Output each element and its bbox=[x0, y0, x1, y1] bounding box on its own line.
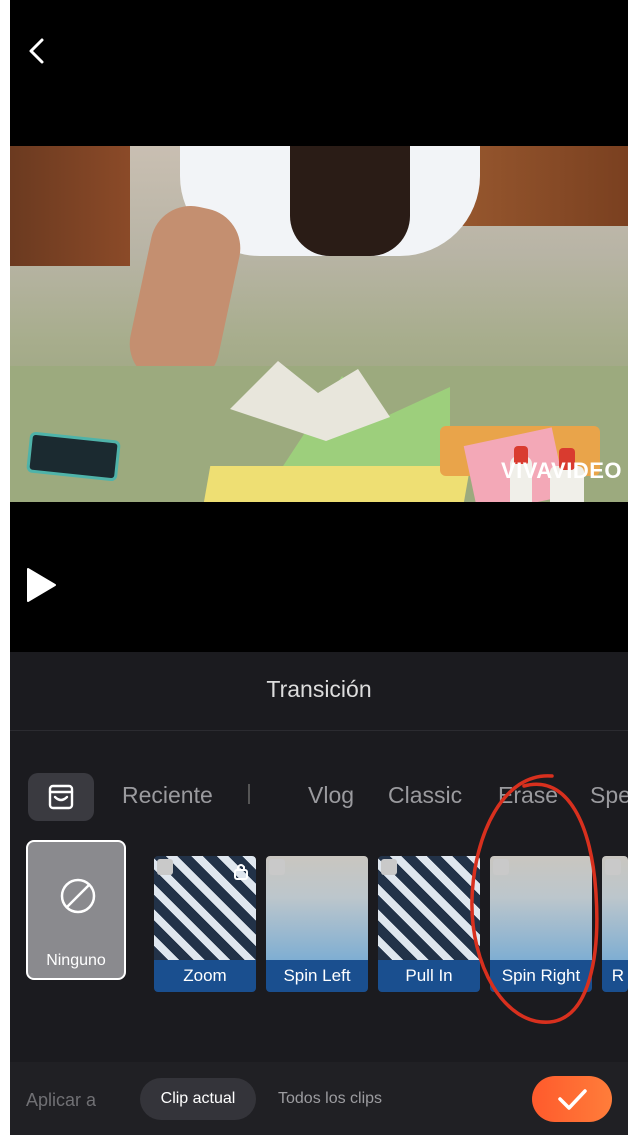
transition-card-pull-in[interactable]: Pull In bbox=[378, 856, 480, 992]
none-label: Ninguno bbox=[46, 952, 106, 969]
store-button[interactable] bbox=[28, 773, 94, 821]
none-transition-card[interactable]: Ninguno bbox=[26, 840, 126, 980]
transition-label: Pull In bbox=[378, 960, 480, 992]
confirm-button[interactable] bbox=[532, 1076, 612, 1122]
transition-label: Spin Left bbox=[266, 960, 368, 992]
transition-card-partial[interactable]: R bbox=[602, 856, 628, 992]
download-badge-icon bbox=[493, 859, 509, 875]
transition-label: Zoom bbox=[154, 960, 256, 992]
all-clips-button[interactable]: Todos los clips bbox=[278, 1090, 382, 1108]
app-screen: VIVAVIDEO Transición Reciente Vlog Class… bbox=[10, 0, 628, 1135]
divider bbox=[10, 730, 628, 731]
prohibited-icon bbox=[60, 878, 96, 914]
play-icon[interactable] bbox=[24, 566, 58, 604]
download-badge-icon bbox=[605, 859, 621, 875]
download-badge-icon bbox=[381, 859, 397, 875]
tab-separator bbox=[248, 784, 250, 804]
store-icon bbox=[48, 784, 74, 810]
panel-title: Transición bbox=[266, 676, 372, 702]
tab-vlog[interactable]: Vlog bbox=[308, 782, 354, 809]
download-badge-icon bbox=[157, 859, 173, 875]
back-arrow-icon[interactable] bbox=[22, 34, 52, 68]
tab-reciente[interactable]: Reciente bbox=[122, 782, 213, 809]
checkmark-icon bbox=[558, 1089, 587, 1110]
transition-card-spin-right[interactable]: Spin Right bbox=[490, 856, 592, 992]
transition-label: Spin Right bbox=[490, 960, 592, 992]
tab-erase[interactable]: Erase bbox=[498, 782, 558, 809]
transition-label: R bbox=[602, 960, 628, 992]
transition-card-spin-left[interactable]: Spin Left bbox=[266, 856, 368, 992]
apply-to-label: Aplicar a bbox=[26, 1090, 97, 1110]
current-clip-button[interactable]: Clip actual bbox=[140, 1078, 256, 1120]
watermark: VIVAVIDEO bbox=[500, 458, 622, 483]
tab-spe[interactable]: Spe bbox=[590, 782, 628, 809]
tab-classic[interactable]: Classic bbox=[388, 782, 462, 809]
video-preview[interactable]: VIVAVIDEO bbox=[10, 146, 628, 502]
transition-card-zoom[interactable]: Zoom bbox=[154, 856, 256, 992]
download-badge-icon bbox=[269, 859, 285, 875]
lock-icon bbox=[234, 864, 248, 880]
